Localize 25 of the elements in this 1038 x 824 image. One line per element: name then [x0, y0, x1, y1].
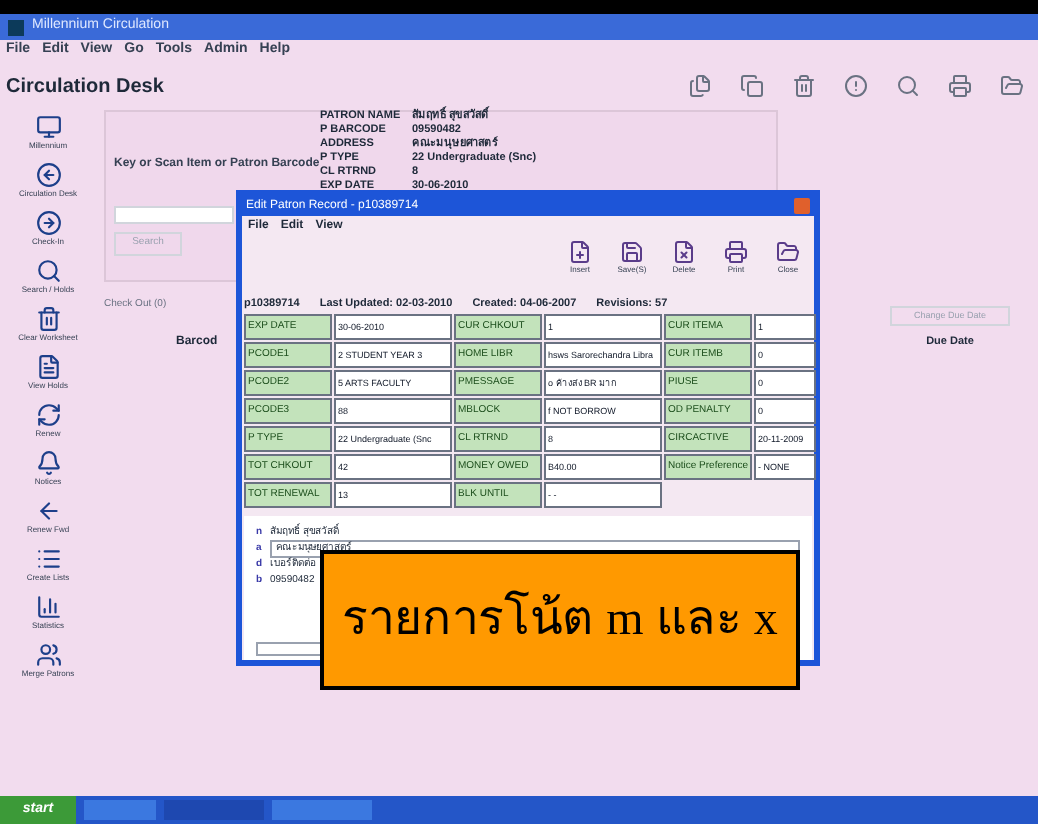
insert-icon — [568, 240, 592, 264]
callout-tooltip: รายการโน้ต m และ x — [320, 550, 800, 690]
chart-icon — [35, 594, 61, 620]
document-icon — [35, 354, 61, 380]
page-heading: Circulation Desk — [6, 73, 164, 101]
monitor-icon — [35, 114, 61, 140]
printer-icon — [724, 240, 748, 264]
search-icon[interactable] — [896, 74, 920, 98]
alert-icon[interactable] — [844, 74, 868, 98]
trash-icon[interactable] — [792, 74, 816, 98]
refresh-icon — [35, 402, 61, 428]
pages-icon[interactable] — [688, 74, 712, 98]
printer-icon[interactable] — [948, 74, 972, 98]
barcode-field[interactable] — [114, 206, 234, 224]
folder-icon[interactable] — [1000, 74, 1024, 98]
list-icon — [35, 546, 61, 572]
folder-icon — [776, 240, 800, 264]
people-icon — [35, 642, 61, 668]
delete-icon — [672, 240, 696, 264]
search-icon — [35, 258, 61, 284]
bell-icon — [35, 450, 61, 476]
trash-icon — [35, 306, 61, 332]
save-icon — [620, 240, 644, 264]
copy-icon[interactable] — [740, 74, 764, 98]
arrow-icon — [35, 498, 61, 524]
